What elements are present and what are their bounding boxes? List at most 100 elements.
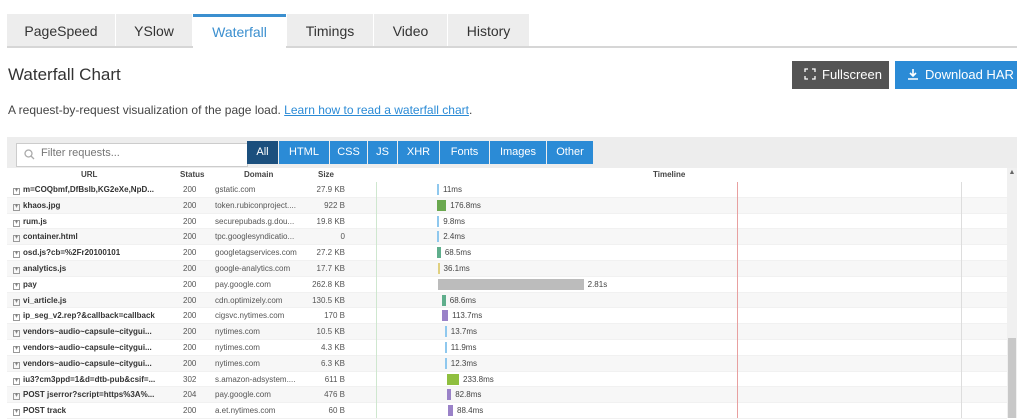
- scrollbar-thumb[interactable]: [1008, 338, 1016, 418]
- table-row[interactable]: + vendors~audio~capsule~citygui... 200 nyti…: [7, 355, 1007, 372]
- request-url[interactable]: + vendors~audio~capsule~citygui...: [13, 343, 173, 353]
- request-domain: a.et.nytimes.com: [215, 406, 276, 416]
- expand-row-icon[interactable]: +: [13, 409, 20, 417]
- table-row[interactable]: + POST jserror?script=https%3A%... 204 pay.…: [7, 387, 1007, 404]
- request-status: 200: [183, 295, 197, 305]
- filter-images[interactable]: Images: [490, 141, 546, 164]
- tab-history[interactable]: History: [448, 14, 529, 46]
- filter-css[interactable]: CSS: [330, 141, 367, 164]
- tab-waterfall[interactable]: Waterfall: [193, 14, 286, 48]
- expand-row-icon[interactable]: +: [13, 203, 20, 211]
- request-url[interactable]: + m=COQbmf,DfBslb,KG2eXe,NpD...: [13, 185, 173, 195]
- table-row[interactable]: + container.html 200 tpc.googlesyndicatio..…: [7, 229, 1007, 246]
- request-url-text: ip_seg_v2.rep?&callback=callback: [23, 311, 155, 321]
- filter-xhr[interactable]: XHR: [398, 141, 439, 164]
- request-url[interactable]: + POST jserror?script=https%3A%...: [13, 390, 173, 401]
- request-size: 170 B: [324, 311, 345, 321]
- filter-fonts[interactable]: Fonts: [440, 141, 489, 164]
- expand-row-icon[interactable]: +: [13, 330, 20, 338]
- expand-row-icon[interactable]: +: [13, 298, 20, 306]
- table-row[interactable]: + pay 200 pay.google.com 262.8 KB: [7, 277, 1007, 293]
- request-url[interactable]: + vi_article.js: [13, 296, 173, 306]
- request-url[interactable]: + khaos.jpg: [13, 201, 173, 211]
- request-url[interactable]: + osd.js?cb=%2Fr20100101: [13, 248, 173, 259]
- column-domain[interactable]: Domain: [244, 170, 273, 179]
- expand-row-icon[interactable]: +: [13, 188, 20, 195]
- request-url[interactable]: + ip_seg_v2.rep?&callback=callback: [13, 311, 173, 322]
- request-url[interactable]: + container.html: [13, 232, 173, 243]
- column-status[interactable]: Status: [180, 170, 204, 179]
- table-row[interactable]: + POST track 200 a.et.nytimes.com 60 B: [7, 403, 1007, 419]
- expand-row-icon[interactable]: +: [13, 377, 20, 385]
- column-url[interactable]: URL: [81, 170, 97, 179]
- expand-row-icon[interactable]: +: [13, 393, 20, 401]
- fullscreen-icon: [804, 68, 816, 80]
- scroll-up-arrow-icon[interactable]: ▲: [1008, 169, 1016, 177]
- download-har-button[interactable]: Download HAR: [895, 61, 1017, 89]
- request-url[interactable]: + vendors~audio~capsule~citygui...: [13, 327, 173, 338]
- request-size: 10.5 KB: [316, 327, 345, 337]
- request-status: 302: [183, 374, 197, 384]
- download-har-label: Download HAR: [925, 67, 1014, 82]
- expand-row-icon[interactable]: +: [13, 361, 20, 369]
- tab-yslow[interactable]: YSlow: [116, 14, 192, 46]
- request-size: 130.5 KB: [312, 295, 345, 305]
- request-url-text: analytics.js: [23, 264, 67, 273]
- request-url-text: iu3?cm3ppd=1&d=dtb-pub&csif=...: [23, 374, 156, 384]
- request-status: 200: [183, 327, 197, 337]
- table-row[interactable]: + ip_seg_v2.rep?&callback=callback 200 cigs…: [7, 308, 1007, 325]
- request-url-text: vendors~audio~capsule~citygui...: [23, 327, 152, 337]
- table-row[interactable]: + vi_article.js 200 cdn.optimizely.com 130.5…: [7, 292, 1007, 309]
- table-row[interactable]: + osd.js?cb=%2Fr20100101 200 googletagservi…: [7, 245, 1007, 261]
- request-domain: tpc.googlesyndicatio...: [215, 232, 295, 242]
- request-url[interactable]: + pay: [13, 280, 173, 290]
- expand-row-icon[interactable]: +: [13, 251, 20, 259]
- expand-row-icon[interactable]: +: [13, 267, 20, 274]
- filter-all[interactable]: All: [247, 141, 278, 164]
- tab-video[interactable]: Video: [374, 14, 447, 46]
- expand-row-icon[interactable]: +: [13, 314, 20, 322]
- expand-row-icon[interactable]: +: [13, 282, 20, 290]
- request-domain: token.rubiconproject....: [215, 200, 296, 210]
- waterfall-help-link[interactable]: Learn how to read a waterfall chart: [284, 103, 469, 117]
- request-url[interactable]: + analytics.js: [13, 264, 173, 274]
- request-url[interactable]: + rum.js: [13, 217, 173, 227]
- filter-js[interactable]: JS: [368, 141, 397, 164]
- table-row[interactable]: + rum.js 200 securepubads.g.dou... 19.8 KB: [7, 214, 1007, 230]
- request-url[interactable]: + POST track: [13, 406, 173, 417]
- table-scrollbar[interactable]: ▲: [1007, 168, 1017, 418]
- table-row[interactable]: + iu3?cm3ppd=1&d=dtb-pub&csif=... 302 s.ama…: [7, 372, 1007, 388]
- table-row[interactable]: + vendors~audio~capsule~citygui... 200 nyti…: [7, 340, 1007, 356]
- request-size: 17.7 KB: [316, 264, 345, 273]
- table-row[interactable]: + analytics.js 200 google-analytics.com 17.7…: [7, 261, 1007, 277]
- tab-timings[interactable]: Timings: [287, 14, 373, 46]
- request-size: 4.3 KB: [320, 343, 345, 352]
- request-size: 27.9 KB: [316, 185, 345, 194]
- request-domain: googletagservices.com: [215, 248, 297, 258]
- column-timeline: Timeline: [653, 170, 686, 179]
- download-icon: [908, 69, 918, 80]
- request-domain: s.amazon-adsystem....: [215, 374, 296, 384]
- request-url[interactable]: + iu3?cm3ppd=1&d=dtb-pub&csif=...: [13, 375, 173, 385]
- request-status: 200: [183, 279, 197, 289]
- request-status: 200: [183, 216, 197, 226]
- filter-html[interactable]: HTML: [279, 141, 329, 164]
- request-status: 200: [183, 200, 197, 210]
- request-status: 200: [183, 232, 197, 242]
- request-status: 200: [183, 264, 197, 273]
- filter-box[interactable]: [16, 143, 248, 167]
- request-domain: pay.google.com: [215, 390, 271, 400]
- request-url[interactable]: + vendors~audio~capsule~citygui...: [13, 359, 173, 369]
- table-row[interactable]: + vendors~audio~capsule~citygui... 200 nyti…: [7, 324, 1007, 340]
- expand-row-icon[interactable]: +: [13, 235, 20, 243]
- request-domain: nytimes.com: [215, 343, 260, 352]
- expand-row-icon[interactable]: +: [13, 219, 20, 227]
- expand-row-icon[interactable]: +: [13, 346, 20, 353]
- filter-requests-input[interactable]: [41, 147, 241, 159]
- column-size[interactable]: Size: [318, 170, 334, 179]
- fullscreen-button[interactable]: Fullscreen: [792, 61, 889, 89]
- table-row[interactable]: + khaos.jpg 200 token.rubiconproject.... 922…: [7, 197, 1007, 214]
- tab-pagespeed[interactable]: PageSpeed: [7, 14, 115, 46]
- table-row[interactable]: + m=COQbmf,DfBslb,KG2eXe,NpD... 200 gstatic…: [7, 182, 1007, 198]
- filter-other[interactable]: Other: [547, 141, 593, 164]
